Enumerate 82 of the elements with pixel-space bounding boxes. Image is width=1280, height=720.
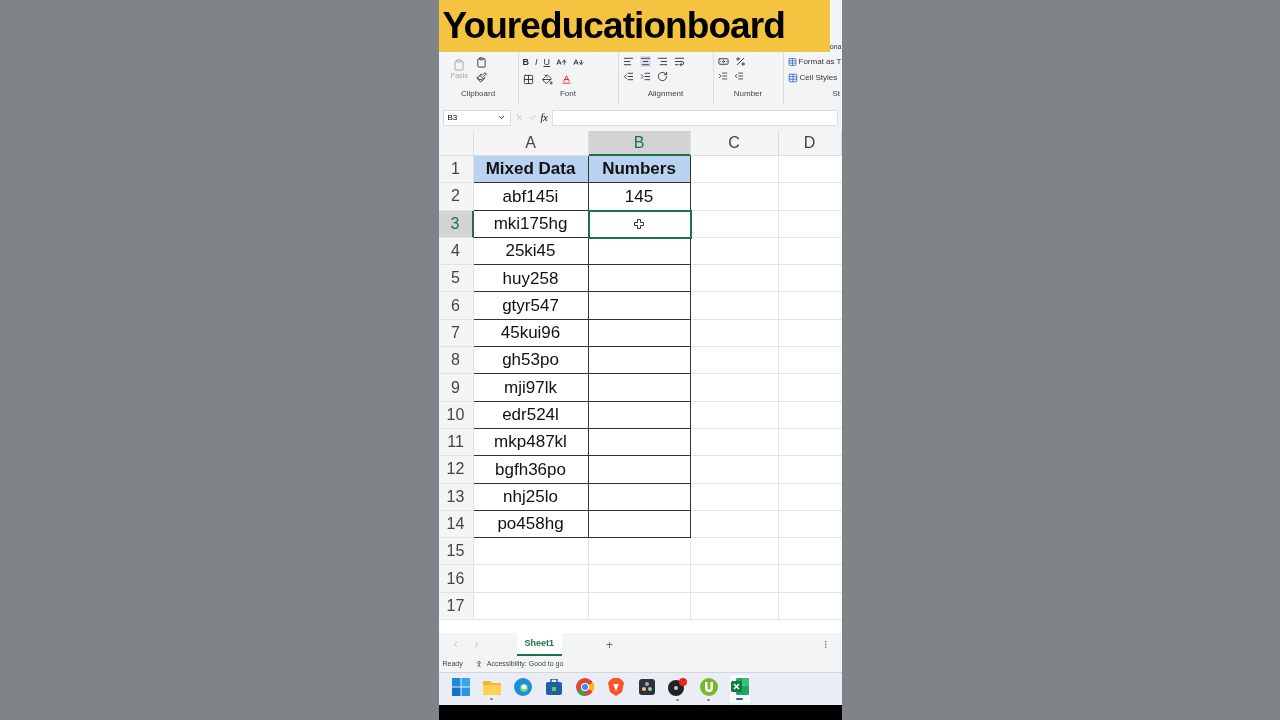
column-title-cell: Numbers	[588, 156, 691, 184]
row-header[interactable]: 3	[438, 210, 474, 238]
table-cell: abf145i	[473, 183, 589, 211]
row-header[interactable]: 15	[438, 538, 474, 566]
row-header[interactable]: 13	[438, 483, 474, 511]
row-header[interactable]: 1	[438, 156, 474, 184]
taskbar-button[interactable]	[667, 675, 688, 703]
font-color-icon[interactable]	[560, 73, 572, 85]
channel-banner: Youreducationboard	[438, 0, 830, 52]
shield-icon[interactable]	[607, 677, 624, 696]
add-sheet-button[interactable]: +	[606, 635, 614, 654]
styles-icon[interactable]	[787, 57, 797, 67]
row-header[interactable]: 14	[438, 510, 474, 539]
format-painter-icon[interactable]	[476, 72, 488, 83]
accessibility-icon[interactable]	[474, 660, 483, 668]
row-header[interactable]: 4	[438, 237, 474, 266]
table-cell: mji97lk	[473, 374, 589, 402]
row-header[interactable]: 9	[438, 374, 474, 402]
row-header[interactable]: 5	[438, 265, 474, 293]
table-cell: gh53po	[473, 347, 589, 375]
running-indicator	[676, 698, 679, 701]
row-header[interactable]: 17	[438, 592, 474, 621]
browser-icon[interactable]	[575, 677, 594, 696]
styles-icon[interactable]	[787, 73, 798, 83]
align-center-icon[interactable]	[639, 56, 651, 67]
table-cell: mkp487kl	[473, 428, 589, 457]
table-cell: gtyr547	[473, 292, 589, 320]
name-box[interactable]: B3	[442, 109, 511, 126]
disc-icon[interactable]	[667, 677, 688, 696]
table-cell: 45kui96	[473, 319, 589, 348]
styles-button[interactable]: Format as T	[798, 56, 842, 68]
browser-icon[interactable]	[513, 677, 532, 696]
indent-decrease-icon[interactable]	[622, 71, 634, 82]
group-label: St	[831, 88, 842, 100]
group-label: Number	[732, 88, 764, 100]
align-left-icon[interactable]	[622, 56, 634, 67]
row-header[interactable]: 8	[438, 347, 474, 375]
table-cell: po458hg	[473, 510, 589, 539]
windows-icon[interactable]	[451, 677, 470, 696]
row-header[interactable]: 11	[438, 428, 474, 457]
table-cell: 25ki45	[473, 237, 589, 266]
font-style-button[interactable]: B	[522, 56, 529, 70]
row-header[interactable]: 12	[438, 456, 474, 484]
sheet-tab[interactable]: Sheet1	[516, 633, 562, 656]
group-label: Clipboard	[459, 88, 497, 100]
wrap-text-icon[interactable]	[673, 56, 685, 67]
table-cell: mki175hg	[473, 210, 589, 238]
table-cell: nhj25lo	[473, 483, 589, 511]
running-indicator	[736, 698, 743, 700]
copy-icon[interactable]	[476, 57, 488, 68]
fill-color-icon[interactable]	[541, 73, 553, 85]
column-title-cell: Mixed Data	[473, 156, 589, 184]
running-indicator	[490, 697, 493, 700]
percent-icon[interactable]	[734, 56, 746, 67]
styles-button[interactable]: Cell Styles	[799, 72, 838, 84]
font-style-button[interactable]: U	[543, 56, 550, 70]
bag-icon[interactable]	[545, 678, 562, 695]
row-header[interactable]: 10	[438, 401, 474, 429]
row-header[interactable]: 6	[438, 292, 474, 320]
row-header[interactable]: 16	[438, 565, 474, 593]
column-header[interactable]: B	[588, 131, 691, 156]
cursor-icon	[634, 218, 644, 229]
row-header[interactable]: 2	[438, 183, 474, 211]
active-cell[interactable]	[588, 210, 691, 238]
group-label: Font	[559, 88, 577, 100]
column-header[interactable]: C	[690, 131, 779, 156]
indent-increase-icon[interactable]	[639, 71, 651, 82]
running-indicator	[707, 698, 710, 701]
font-style-button[interactable]: I	[535, 56, 538, 70]
column-header[interactable]: D	[778, 131, 842, 156]
app-icon[interactable]	[638, 678, 655, 695]
table-cell: 145	[588, 183, 691, 211]
spreadsheet-icon[interactable]	[730, 678, 749, 695]
align-right-icon[interactable]	[656, 56, 668, 67]
table-cell: huy258	[473, 265, 589, 293]
row-header[interactable]: 7	[438, 319, 474, 348]
formula-field[interactable]	[551, 109, 838, 126]
table-cell: bgfh36po	[473, 456, 589, 484]
group-label: Alignment	[646, 88, 685, 100]
function-label[interactable]: fx	[540, 110, 548, 125]
borders-icon[interactable]	[522, 73, 534, 85]
table-cell: edr524l	[473, 401, 589, 429]
